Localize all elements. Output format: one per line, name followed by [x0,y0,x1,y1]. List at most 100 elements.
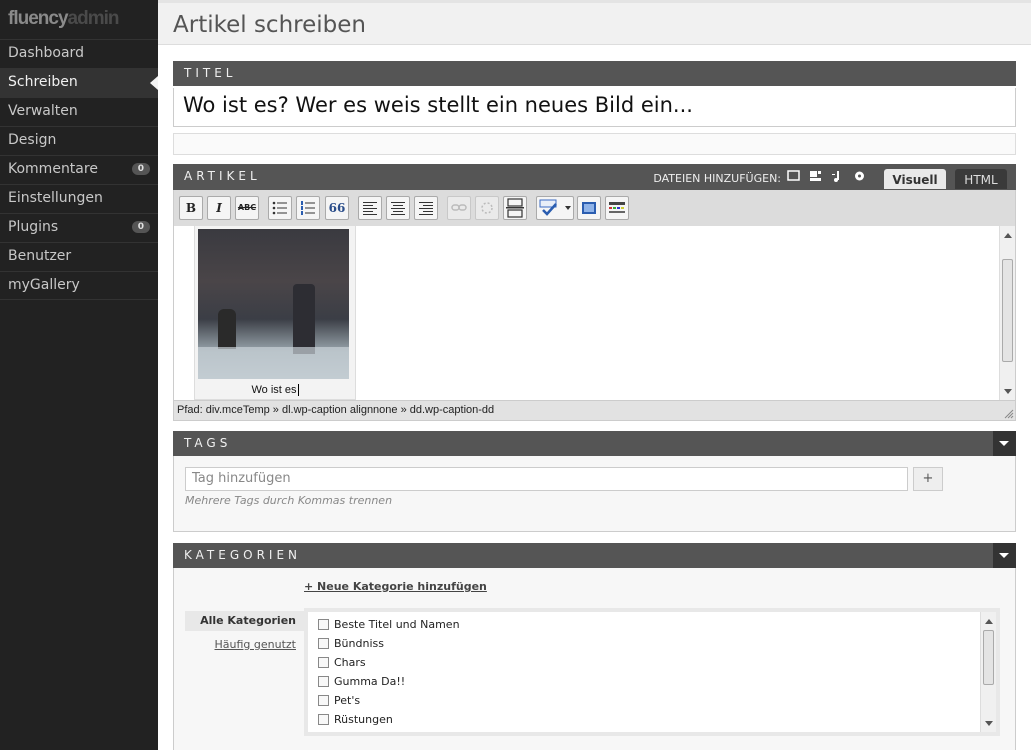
main-content: Artikel schreiben TITEL Wo ist es? Wer e… [158,0,1031,750]
strikethrough-button[interactable]: ABC [235,196,259,220]
rich-text-editor[interactable]: Wo ist es [173,226,1016,400]
align-right-button[interactable] [414,196,438,220]
align-right-icon [419,202,433,215]
resize-handle-icon[interactable] [1004,409,1014,419]
tab-alle-kategorien[interactable]: Alle Kategorien [185,611,304,631]
more-tag-icon [506,198,524,218]
bold-button[interactable]: B [179,196,203,220]
bullet-list-button[interactable] [268,196,292,220]
page-title: Artikel schreiben [173,12,366,38]
logo[interactable]: fluencyadmin [0,0,158,39]
category-checkbox[interactable] [318,638,329,649]
category-tabs: Alle Kategorien Häufig genutzt [185,611,304,655]
kategorien-section-header: KATEGORIEN [173,543,1016,568]
sidebar-item-einstellungen[interactable]: Einstellungen [0,184,158,213]
category-checkbox[interactable] [318,657,329,668]
unlink-icon [481,202,493,214]
title-input[interactable]: Wo ist es? Wer es weis stellt ein neues … [173,88,1016,127]
editor-path-bar: Pfad: div.mceTemp » dl.wp-caption alignn… [173,400,1016,421]
spellcheck-button[interactable] [536,196,574,220]
tags-collapse-toggle[interactable] [993,431,1016,456]
post-image[interactable] [198,229,349,379]
image-upload-icon[interactable] [787,170,800,182]
image-caption[interactable]: Wo ist es [195,384,355,396]
sidebar-item-label: myGallery [8,277,80,293]
page-header: Artikel schreiben [158,3,1031,45]
category-checkbox[interactable] [318,619,329,630]
insert-link-button[interactable] [447,196,471,220]
sidebar-item-kommentare[interactable]: Kommentare 0 [0,155,158,184]
category-scrollbar[interactable] [980,612,996,732]
kategorien-box: + Neue Kategorie hinzufügen Alle Kategor… [173,568,1016,750]
tab-html[interactable]: HTML [955,169,1007,189]
sidebar-item-verwalten[interactable]: Verwalten [0,97,158,126]
align-left-icon [363,202,377,215]
list-item[interactable]: Beste Titel und Namen [308,612,996,631]
sidebar-item-plugins[interactable]: Plugins 0 [0,213,158,242]
sidebar-item-label: Plugins [8,219,59,235]
add-tag-button[interactable]: + [913,467,943,491]
align-center-button[interactable] [386,196,410,220]
sidebar-item-dashboard[interactable]: Dashboard [0,39,158,68]
audio-upload-icon[interactable] [831,170,844,182]
numbered-list-button[interactable] [296,196,320,220]
sidebar-item-label: Dashboard [8,45,84,61]
gallery-upload-icon[interactable] [809,170,822,182]
list-item[interactable]: Chars [308,650,996,669]
link-icon [451,204,467,211]
italic-button[interactable]: I [207,196,231,220]
list-item[interactable]: Bündniss [308,631,996,650]
scroll-up-icon[interactable] [1004,233,1012,238]
media-upload-icon[interactable] [853,170,866,182]
tags-box: Tag hinzufügen + Mehrere Tags durch Komm… [173,456,1016,532]
add-category-link[interactable]: + Neue Kategorie hinzufügen [304,580,487,593]
sidebar-item-mygallery[interactable]: myGallery [0,271,158,300]
tags-section-header: TAGS [173,431,1016,456]
sidebar-item-design[interactable]: Design [0,126,158,155]
editor-toolbar: B I ABC 66 [173,190,1016,226]
titel-section-header: TITEL [173,61,1016,86]
scroll-up-icon[interactable] [985,619,993,624]
scrollbar-thumb[interactable] [983,630,994,685]
numbered-list-icon [301,201,315,215]
list-item[interactable]: Rüstungen [308,707,996,726]
category-checkbox[interactable] [318,695,329,706]
sidebar-item-label: Schreiben [8,74,78,90]
artikel-section-header: ARTIKEL DATEIEN HINZUFÜGEN: Visuell HTML [173,164,1016,190]
sidebar-item-label: Design [8,132,57,148]
list-item[interactable]: Pet's [308,688,996,707]
titel-heading: TITEL [184,66,237,80]
tab-haeufig-genutzt[interactable]: Häufig genutzt [185,635,304,655]
upload-label: DATEIEN HINZUFÜGEN: [653,172,781,185]
scrollbar-thumb[interactable] [1002,259,1013,362]
align-left-button[interactable] [358,196,382,220]
kategorien-collapse-toggle[interactable] [993,543,1016,568]
kitchen-sink-icon [609,202,625,213]
editor-scrollbar[interactable] [999,226,1015,400]
blockquote-button[interactable]: 66 [325,196,349,220]
tag-input[interactable]: Tag hinzufügen [185,467,908,491]
fullscreen-button[interactable] [577,196,601,220]
scroll-down-icon[interactable] [1004,389,1012,394]
tab-visuell[interactable]: Visuell [884,169,946,189]
chevron-down-icon [565,206,571,210]
comment-count-badge: 0 [131,163,150,175]
plugin-count-badge: 0 [131,221,150,233]
bullet-list-icon [272,201,287,215]
sidebar: fluencyadmin Dashboard Schreiben Verwalt… [0,0,158,750]
sidebar-item-schreiben[interactable]: Schreiben [0,68,158,97]
category-checkbox[interactable] [318,676,329,687]
unlink-button[interactable] [475,196,499,220]
kitchen-sink-button[interactable] [605,196,629,220]
list-item[interactable]: Gumma Da!! [308,669,996,688]
sidebar-item-label: Benutzer [8,248,72,264]
permalink-box [173,133,1016,155]
image-caption-block[interactable]: Wo ist es [194,226,356,400]
spellcheck-icon [539,199,557,216]
category-list: Beste Titel und Namen Bündniss Chars Gum… [304,608,1000,736]
logo-part2: admin [67,8,120,29]
sidebar-item-benutzer[interactable]: Benutzer [0,242,158,271]
category-checkbox[interactable] [318,714,329,725]
insert-more-button[interactable] [503,196,527,220]
scroll-down-icon[interactable] [985,721,993,726]
